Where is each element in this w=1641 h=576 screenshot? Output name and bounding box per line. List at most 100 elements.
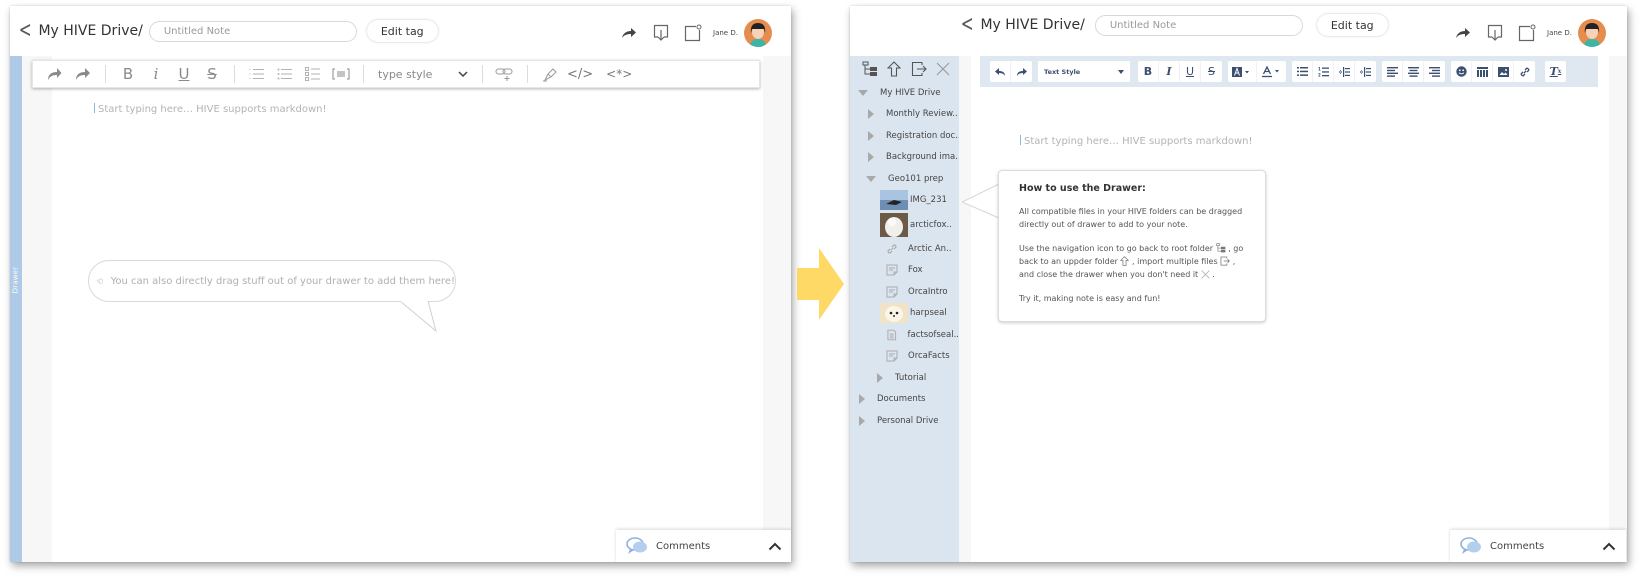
tree-label: Monthly Review.. xyxy=(886,109,958,120)
note-title-input[interactable] xyxy=(148,20,357,42)
increase-indent-button[interactable] xyxy=(1355,61,1376,82)
align-left-button[interactable] xyxy=(1382,61,1403,82)
tree-item[interactable]: Documents xyxy=(850,389,959,411)
editor-placeholder[interactable]: Start typing here… HIVE supports markdow… xyxy=(94,103,327,115)
background-color-button[interactable] xyxy=(1228,61,1257,82)
redo-button[interactable] xyxy=(1011,61,1032,82)
back-chevron-icon[interactable]: < xyxy=(961,14,974,36)
text-style-select[interactable]: Text Style xyxy=(1038,61,1130,82)
note-icon xyxy=(886,286,898,298)
close-drawer-icon[interactable] xyxy=(933,60,953,78)
edit-tag-button[interactable]: Edit tag xyxy=(366,20,438,42)
tree-item[interactable]: Monthly Review.. xyxy=(850,104,959,126)
tree-label: Geo101 prep xyxy=(888,173,944,184)
new-note-icon[interactable] xyxy=(677,21,709,45)
type-style-select[interactable]: type style xyxy=(378,68,468,81)
tree-item[interactable]: Tutorial xyxy=(850,367,959,389)
close-icon xyxy=(1201,270,1210,279)
download-icon[interactable] xyxy=(1479,21,1511,45)
checklist-button[interactable] xyxy=(302,63,324,85)
root-folder-icon[interactable] xyxy=(860,60,880,78)
breadcrumb[interactable]: My HIVE Drive/ xyxy=(38,23,142,39)
strikethrough-button[interactable]: S xyxy=(201,63,223,85)
undo-button[interactable] xyxy=(44,63,66,85)
back-chevron-icon[interactable]: < xyxy=(19,20,32,42)
drawer-tab[interactable]: Drawer xyxy=(10,56,22,562)
regex-button[interactable]: <*> xyxy=(606,63,632,85)
tree-item[interactable]: arcticfox.. xyxy=(850,211,959,238)
transition-arrow xyxy=(797,248,844,320)
tree-item[interactable]: Background ima.. xyxy=(850,147,961,169)
align-center-button[interactable] xyxy=(1403,61,1424,82)
comments-panel-toggle[interactable]: Comments xyxy=(616,530,791,562)
redo-button[interactable] xyxy=(72,63,94,85)
note-title-input[interactable] xyxy=(1094,14,1303,36)
link-icon xyxy=(887,244,897,254)
clear-format-button[interactable]: Tx xyxy=(1545,61,1566,82)
tree-label: Personal Drive xyxy=(877,415,939,426)
editor-placeholder[interactable]: Start typing here… HIVE supports markdow… xyxy=(1020,135,1253,147)
avatar[interactable] xyxy=(1577,19,1606,47)
help-text: Use the navigation icon to go back to ro… xyxy=(1019,244,1214,253)
bold-button[interactable]: B xyxy=(117,63,139,85)
divider xyxy=(527,65,528,83)
undo-button[interactable] xyxy=(990,61,1011,82)
tree-item[interactable]: Personal Drive xyxy=(850,410,959,432)
strikethrough-button[interactable]: S xyxy=(1201,61,1222,82)
emoji-button[interactable] xyxy=(1451,61,1472,82)
image-thumbnail xyxy=(880,303,908,324)
chevron-up-icon[interactable] xyxy=(768,542,782,551)
clear-format-group: Tx xyxy=(1545,61,1566,82)
underline-button[interactable]: U xyxy=(1180,61,1201,82)
image-button[interactable] xyxy=(1493,61,1514,82)
tree-item[interactable]: OrcaIntro xyxy=(850,281,959,303)
drawer-toolbar xyxy=(850,56,959,78)
tree-item[interactable]: factsofseal.. xyxy=(850,324,959,346)
tree-item[interactable]: My HIVE Drive xyxy=(850,82,959,104)
text-color-button[interactable] xyxy=(1257,61,1286,82)
highlight-button[interactable] xyxy=(539,63,561,85)
code-button[interactable]: </> xyxy=(567,63,593,85)
tree-item[interactable]: Geo101 prep xyxy=(850,168,959,190)
decrease-indent-button[interactable] xyxy=(1334,61,1355,82)
bubble-tail xyxy=(400,301,437,333)
numbered-list-button[interactable]: 12 xyxy=(1313,61,1334,82)
tree-item[interactable]: Fox xyxy=(850,260,959,282)
image-thumbnail xyxy=(880,212,908,237)
up-folder-icon[interactable] xyxy=(884,60,904,78)
table-button[interactable] xyxy=(1472,61,1493,82)
drawer-help-popover: How to use the Drawer: All compatible fi… xyxy=(998,170,1266,322)
blockquote-button[interactable] xyxy=(330,63,352,85)
tree-label: harpseal xyxy=(910,308,947,319)
insert-group xyxy=(1451,61,1535,82)
insert-link-button[interactable] xyxy=(494,63,516,85)
edit-tag-button[interactable]: Edit tag xyxy=(1316,14,1388,36)
italic-button[interactable]: i xyxy=(145,63,167,85)
link-button[interactable] xyxy=(1514,61,1535,82)
bullet-list-button[interactable] xyxy=(274,63,296,85)
underline-button[interactable]: U xyxy=(173,63,195,85)
tree-item[interactable]: Arctic An.. xyxy=(850,238,959,260)
tree-item[interactable]: IMG_231 xyxy=(850,190,959,212)
breadcrumb[interactable]: My HIVE Drive/ xyxy=(980,17,1084,33)
tree-item[interactable]: OrcaFacts xyxy=(850,346,959,368)
ordered-list-button[interactable] xyxy=(246,63,268,85)
bullet-list-button[interactable] xyxy=(1292,61,1313,82)
comments-panel-toggle[interactable]: Comments xyxy=(1450,530,1626,562)
tree-item[interactable]: Registration doc.. xyxy=(850,125,961,147)
share-icon[interactable] xyxy=(613,21,645,45)
note-icon xyxy=(886,264,898,276)
align-right-button[interactable] xyxy=(1424,61,1445,82)
chevron-up-icon[interactable] xyxy=(1602,542,1616,551)
download-icon[interactable] xyxy=(645,21,677,45)
bold-button[interactable]: B xyxy=(1138,61,1159,82)
collapsed-icon xyxy=(859,394,865,405)
new-note-icon[interactable] xyxy=(1511,21,1543,45)
tree-item[interactable]: harpseal xyxy=(850,303,959,325)
import-icon[interactable] xyxy=(909,60,929,78)
italic-button[interactable]: I xyxy=(1159,61,1180,82)
share-icon[interactable] xyxy=(1447,21,1479,45)
text-caret xyxy=(94,103,95,113)
left-gutter xyxy=(959,56,971,562)
avatar[interactable] xyxy=(743,19,772,47)
